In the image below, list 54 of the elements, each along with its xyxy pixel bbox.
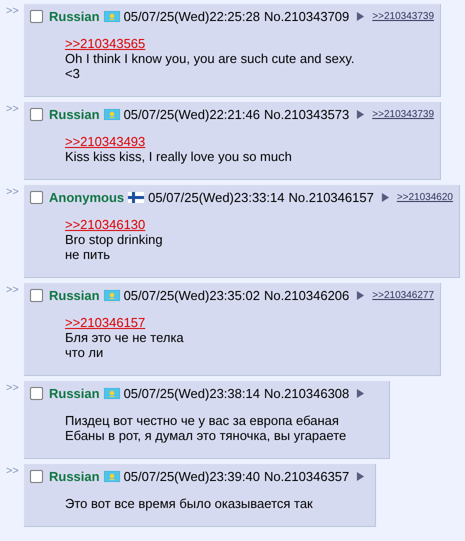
post-datetime: 05/07/25(Wed)22:21:46 bbox=[124, 106, 260, 122]
post-checkbox[interactable] bbox=[30, 470, 43, 482]
backlink[interactable]: >>210343739 bbox=[372, 108, 434, 120]
post-number[interactable]: No.210346206 bbox=[264, 288, 350, 302]
post-datetime: 05/07/25(Wed)23:33:14 bbox=[148, 190, 284, 204]
menu-triangle-icon[interactable] bbox=[356, 108, 366, 120]
reply-marker: >> bbox=[5, 4, 20, 18]
post-number[interactable]: No.210346157 bbox=[288, 190, 374, 204]
menu-triangle-icon[interactable] bbox=[356, 290, 366, 300]
post-checkbox[interactable] bbox=[30, 108, 43, 120]
poster-name: Russian bbox=[49, 386, 100, 400]
reply-marker: >> bbox=[5, 464, 20, 478]
post-text: Ебаны в рот, я думал это тяночка, вы угараете bbox=[65, 428, 346, 443]
post-number[interactable]: No.210346357 bbox=[264, 468, 350, 484]
post-checkbox[interactable] bbox=[30, 288, 43, 302]
reply-marker: >> bbox=[5, 185, 20, 199]
post-checkbox[interactable] bbox=[30, 190, 43, 204]
post-text: не пить bbox=[65, 247, 112, 262]
post-text: <3 bbox=[65, 66, 81, 81]
menu-triangle-icon[interactable] bbox=[356, 10, 366, 22]
post-text: Это вот все время было оказывается так bbox=[65, 496, 314, 511]
menu-triangle-icon[interactable] bbox=[356, 388, 366, 398]
backlink[interactable]: >>210343739 bbox=[372, 10, 434, 22]
post-text: Бля это че не телка bbox=[65, 330, 185, 345]
quote-link[interactable]: >>210343493 bbox=[65, 134, 146, 149]
post-datetime: 05/07/25(Wed)23:38:14 bbox=[124, 386, 260, 400]
quote-link[interactable]: >>210343565 bbox=[65, 36, 146, 51]
post-checkbox[interactable] bbox=[30, 386, 43, 400]
backlink[interactable]: >>21034620 bbox=[396, 192, 453, 202]
poster-name: Anonymous bbox=[49, 190, 124, 204]
quote-link[interactable]: >>210346157 bbox=[65, 315, 146, 330]
quote-link[interactable]: >>210346130 bbox=[65, 217, 146, 232]
post-number[interactable]: No.210343573 bbox=[264, 106, 350, 122]
post-number[interactable]: No.210343709 bbox=[264, 8, 350, 24]
menu-triangle-icon[interactable] bbox=[380, 192, 390, 202]
backlink[interactable]: >>210346277 bbox=[372, 290, 434, 300]
menu-triangle-icon[interactable] bbox=[356, 470, 366, 482]
post-datetime: 05/07/25(Wed)23:39:40 bbox=[124, 468, 260, 484]
post-text: что ли bbox=[65, 345, 104, 360]
reply-marker: >> bbox=[5, 381, 20, 395]
post-number[interactable]: No.210346308 bbox=[264, 386, 350, 400]
poster-name: Russian bbox=[49, 288, 100, 302]
post-text: Oh I think I know you, you are such cute and sexy. bbox=[65, 51, 356, 66]
poster-name: Russian bbox=[49, 106, 100, 122]
poster-name: Russian bbox=[49, 8, 100, 24]
post-text: Пиздец вот честно че у вас за европа ебаная bbox=[65, 413, 340, 428]
post-checkbox[interactable] bbox=[30, 10, 43, 22]
reply-marker: >> bbox=[5, 102, 20, 116]
post-text: Kiss kiss kiss, I really love you so much bbox=[65, 149, 293, 164]
post-datetime: 05/07/25(Wed)22:25:28 bbox=[124, 8, 260, 24]
reply-marker: >> bbox=[5, 283, 20, 297]
post-text: Bro stop drinking bbox=[65, 232, 164, 247]
post-datetime: 05/07/25(Wed)23:35:02 bbox=[124, 288, 260, 302]
poster-name: Russian bbox=[49, 468, 100, 484]
